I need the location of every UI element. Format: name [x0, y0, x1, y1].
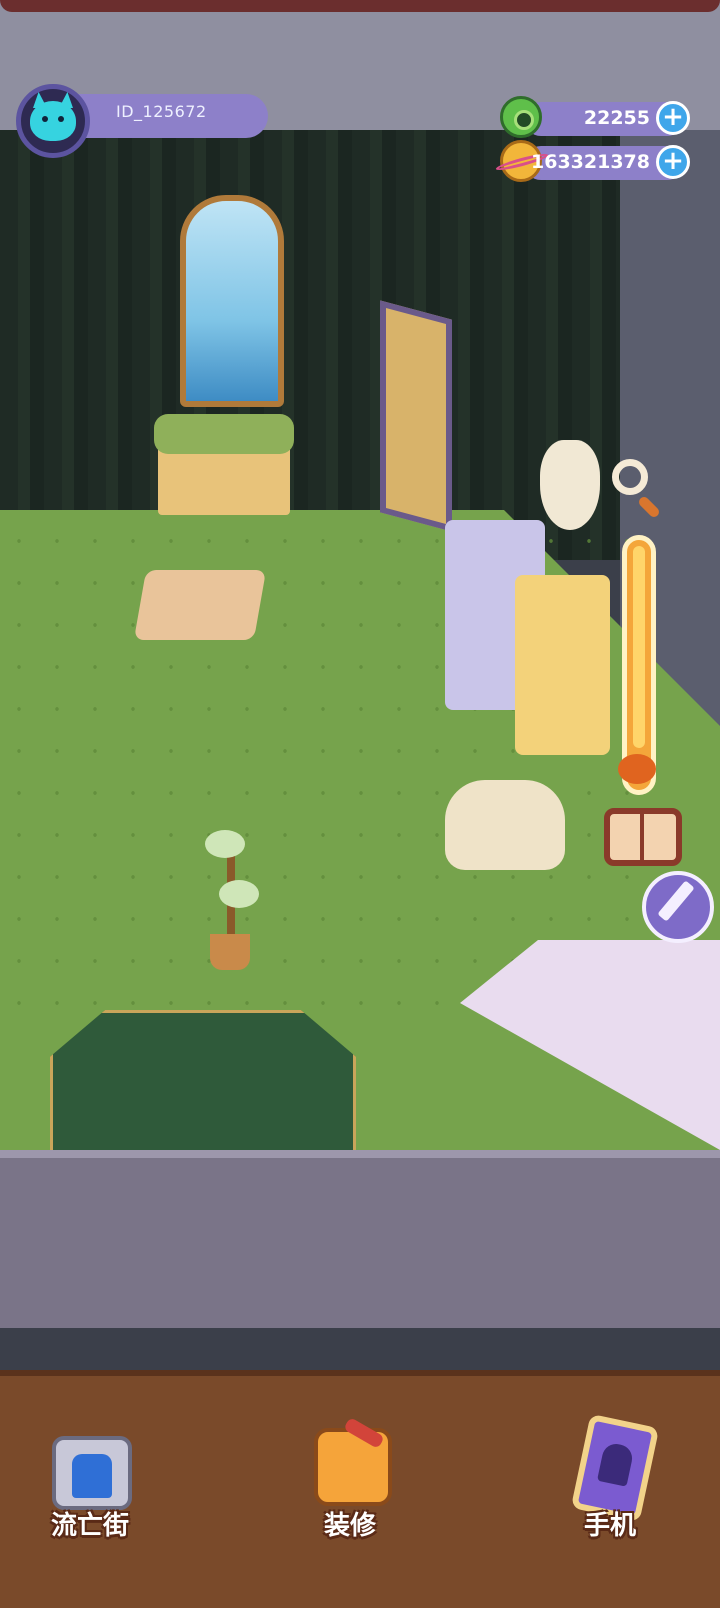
fireplace[interactable] — [154, 414, 294, 515]
gold-currency: 163321378 + — [500, 140, 694, 182]
green-currency-value: 22255 — [583, 107, 650, 129]
edit-button[interactable] — [636, 865, 720, 949]
rug[interactable] — [50, 1010, 356, 1166]
room-platform-edge — [0, 1150, 720, 1328]
add-gold-currency-button[interactable]: + — [656, 145, 690, 179]
magnifier-icon — [612, 459, 648, 495]
add-green-currency-button[interactable]: + — [656, 101, 690, 135]
zoom-slider-fill — [633, 546, 645, 748]
player-profile[interactable]: ID_125672 — [16, 84, 268, 158]
dining-table[interactable] — [133, 570, 267, 640]
avatar[interactable] — [16, 84, 90, 158]
nav-decorate-label: 装修 — [323, 1511, 376, 1541]
magnifier-handle — [636, 494, 662, 520]
cat-avatar-icon — [30, 101, 76, 141]
book-spine — [640, 812, 644, 862]
player-id: ID_125672 — [116, 102, 207, 121]
nav-phone-label: 手机 — [583, 1511, 636, 1541]
bonsai-plant[interactable] — [205, 830, 259, 970]
nav-street-button[interactable]: 流亡街 — [30, 1420, 150, 1550]
nav-street-label: 流亡街 — [50, 1511, 129, 1541]
paw-icon — [618, 754, 656, 784]
donut-coin-icon — [500, 96, 542, 138]
gold-currency-value: 163321378 — [531, 151, 650, 173]
skull-trophy[interactable] — [540, 440, 600, 530]
glass-cabinet[interactable] — [515, 575, 610, 755]
paint-roller-icon — [314, 1428, 392, 1506]
dinosaur-skeleton[interactable] — [445, 780, 565, 870]
nav-decorate-button[interactable]: 装修 — [290, 1420, 410, 1550]
green-currency: 22255 + — [500, 96, 694, 138]
arched-window[interactable] — [180, 195, 284, 407]
fossil-frame[interactable] — [380, 300, 452, 532]
search-button[interactable] — [606, 455, 672, 521]
nav-phone-button[interactable]: 手机 — [550, 1413, 670, 1550]
portal-icon — [52, 1436, 132, 1510]
